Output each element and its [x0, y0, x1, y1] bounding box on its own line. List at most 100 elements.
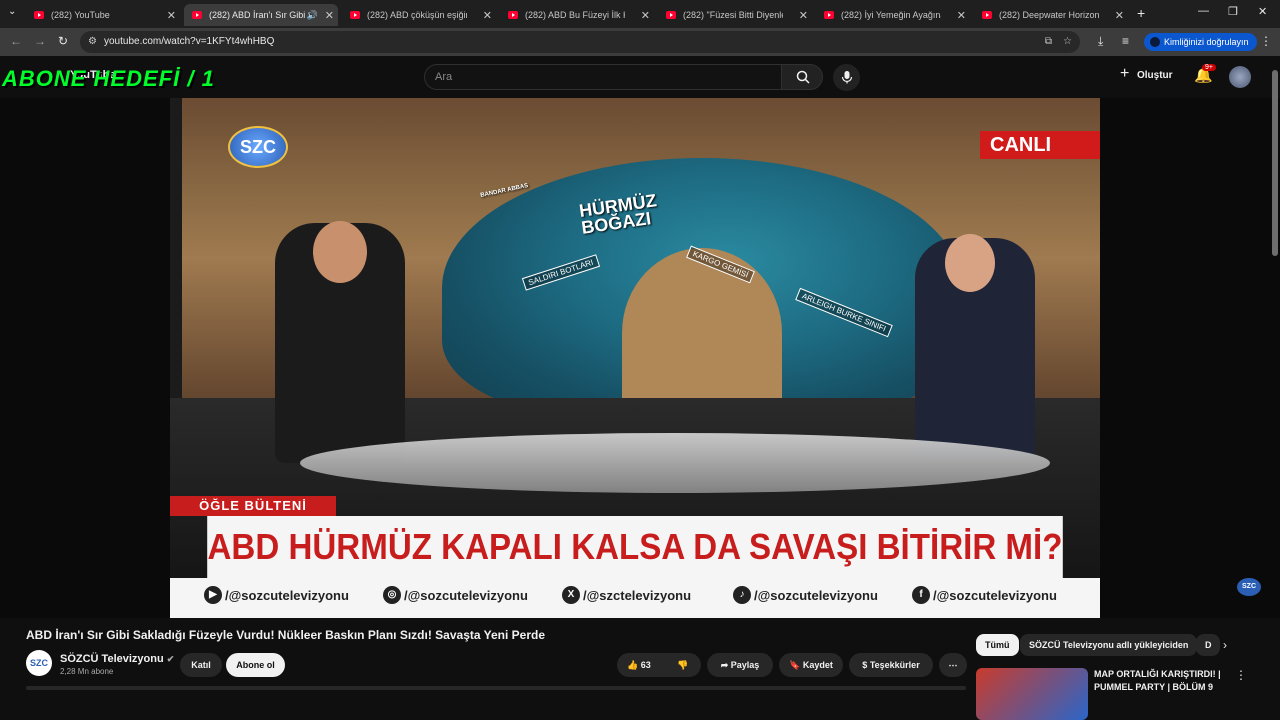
video-player[interactable]: SZC CANLI HÜRMÜZ BOĞAZI BANDAR ABBAS SAL…: [0, 98, 1280, 618]
social-handle-text: /@sozcutelevizyonu: [225, 587, 349, 603]
install-icon[interactable]: ⧉: [1045, 31, 1052, 53]
recommended-video-title[interactable]: MAP ORTALIĞI KARIŞTIRDI! | PUMMEL PARTY …: [1094, 668, 1224, 694]
channel-name[interactable]: SÖZCÜ Televizyonu ✔: [60, 653, 174, 665]
notifications-button[interactable]: 🔔 9+: [1192, 64, 1216, 88]
youtube-favicon-icon: [824, 11, 834, 19]
search-input[interactable]: Ara: [424, 64, 782, 90]
save-button[interactable]: 🔖 Kaydet: [779, 653, 843, 677]
browser-tab[interactable]: (282) ABD Bu Füzeyi İlk Kez İran ✕: [500, 4, 654, 26]
tiktok-icon: ♪: [733, 586, 751, 604]
facebook-icon: f: [912, 586, 930, 604]
media-controls-icon[interactable]: ≡: [1122, 34, 1129, 48]
social-handles-strip: ▶ /@sozcutelevizyonu ◎ /@sozcutelevizyon…: [170, 578, 1100, 618]
subscriber-count: 2,28 Mn abone: [60, 667, 114, 676]
browser-tab[interactable]: (282) Deepwater Horizon: Büyü ✕: [974, 4, 1128, 26]
youtube-favicon-icon: [508, 11, 518, 19]
bookmark-icon: 🔖: [789, 660, 801, 670]
close-icon[interactable]: ✕: [325, 9, 334, 22]
forward-icon[interactable]: →: [34, 34, 46, 48]
new-tab-button[interactable]: +: [1137, 5, 1145, 21]
social-handle-text: /@szctelevizyonu: [583, 587, 692, 603]
close-icon[interactable]: ✕: [799, 9, 808, 22]
browser-tab-title: (282) Deepwater Horizon: Büyü: [999, 10, 1099, 20]
news-desk: [300, 433, 1050, 493]
reload-icon[interactable]: ↻: [58, 34, 68, 48]
search-icon: [796, 70, 810, 84]
bulletin-label: ÖĞLE BÜLTENİ: [170, 496, 336, 516]
minimize-icon[interactable]: —: [1198, 5, 1209, 17]
chip-from-uploader[interactable]: SÖZCÜ Televizyonu adlı yükleyiciden: [1020, 634, 1198, 656]
address-toolbar: ← → ↻ ⚙ youtube.com/watch?v=1KFYt4whHBQ …: [0, 28, 1280, 56]
download-icon[interactable]: ⤓: [1098, 34, 1103, 49]
close-icon[interactable]: ✕: [957, 9, 966, 22]
dislike-button[interactable]: 👎: [677, 653, 688, 677]
super-thanks-icon: $: [862, 660, 868, 670]
back-icon[interactable]: ←: [10, 34, 22, 48]
page-scrollbar[interactable]: [1270, 60, 1280, 690]
recommended-video-thumbnail[interactable]: [976, 668, 1088, 720]
youtube-favicon-icon: [192, 11, 202, 19]
verified-check-icon: ✔: [166, 654, 175, 664]
chips-next-icon[interactable]: ›: [1223, 638, 1227, 652]
x-icon: X: [562, 586, 580, 604]
social-handle: ◎ /@sozcutelevizyonu: [383, 586, 528, 604]
verify-identity-button[interactable]: Kimliğinizi doğrulayın: [1144, 33, 1257, 51]
live-badge: CANLI: [980, 131, 1100, 159]
maximize-icon[interactable]: ❐: [1228, 5, 1238, 18]
browser-tab[interactable]: (282) İyi Yemeğin Ayağına Gidi ✕: [816, 4, 970, 26]
bookmark-star-icon[interactable]: ☆: [1063, 31, 1072, 53]
browser-menu-icon[interactable]: ⋮: [1260, 34, 1272, 48]
browser-tab-title: (282) ABD İran'ı Sır Gibi Sak: [209, 10, 309, 20]
browser-tab-title: (282) ABD çöküşün eşiğindeI T: [367, 10, 467, 20]
close-icon[interactable]: ✕: [483, 9, 492, 22]
channel-name-text: SÖZCÜ Televizyonu: [60, 653, 164, 665]
channel-avatar[interactable]: SZC: [26, 650, 52, 676]
thumbs-down-icon: 👎: [677, 660, 689, 670]
close-icon[interactable]: ✕: [1115, 9, 1124, 22]
thumbs-up-icon: 👍: [627, 660, 639, 670]
scrollbar-thumb[interactable]: [1272, 70, 1278, 256]
presenter-left-head: [313, 221, 367, 283]
thanks-button[interactable]: $ Teşekkürler: [849, 653, 933, 677]
presenter-right-head: [945, 234, 995, 292]
close-icon[interactable]: ✕: [167, 9, 176, 22]
site-info-icon[interactable]: ⚙: [88, 31, 97, 53]
voice-search-button[interactable]: [833, 64, 860, 91]
subscribe-button[interactable]: Abone ol: [226, 653, 285, 677]
description-box-edge: [26, 686, 966, 690]
plus-icon: +: [1120, 65, 1130, 82]
chip-all[interactable]: Tümü: [976, 634, 1019, 656]
chip-more[interactable]: D: [1196, 634, 1220, 656]
save-label: Kaydet: [802, 660, 833, 670]
browser-tab[interactable]: (282) YouTube ✕: [26, 4, 180, 26]
share-icon: ➦: [720, 660, 729, 670]
search-button[interactable]: [781, 64, 823, 90]
recommended-menu-icon[interactable]: ⋮: [1235, 668, 1247, 682]
more-actions-button[interactable]: ⋯: [939, 653, 967, 677]
browser-tab[interactable]: (282) "Füzesi Bitti Diyenler İyi D ✕: [658, 4, 812, 26]
create-button[interactable]: + Oluştur: [1120, 63, 1180, 91]
join-button[interactable]: Katıl: [180, 653, 222, 677]
social-handle: X /@szctelevizyonu: [562, 586, 691, 604]
thanks-label: Teşekkürler: [869, 660, 920, 670]
news-headline: ABD HÜRMÜZ KAPALI KALSA DA SAVAŞI BİTİRİ…: [207, 516, 1063, 578]
youtube-favicon-icon: [350, 11, 360, 19]
browser-tab[interactable]: (282) ABD çöküşün eşiğindeI T ✕: [342, 4, 496, 26]
window-close-icon[interactable]: ✕: [1258, 5, 1267, 18]
like-count: 63: [640, 660, 651, 670]
audio-playing-icon[interactable]: 🔊: [307, 10, 318, 21]
like-button[interactable]: 👍 63: [627, 660, 651, 670]
account-avatar[interactable]: [1229, 66, 1251, 88]
tab-search-icon[interactable]: ⌄: [8, 6, 16, 17]
video-frame[interactable]: SZC CANLI HÜRMÜZ BOĞAZI BANDAR ABBAS SAL…: [170, 98, 1100, 618]
microphone-icon: [841, 71, 853, 84]
browser-tab-active[interactable]: (282) ABD İran'ı Sır Gibi Sak 🔊 ✕: [184, 4, 338, 26]
social-handle-text: /@sozcutelevizyonu: [404, 587, 528, 603]
browser-tab-title: (282) YouTube: [51, 10, 110, 20]
channel-branding-watermark[interactable]: SZC: [1237, 578, 1261, 596]
video-title: ABD İran'ı Sır Gibi Sakladığı Füzeyle Vu…: [26, 628, 546, 642]
share-button[interactable]: ➦ Paylaş: [707, 653, 773, 677]
browser-tab-title: (282) ABD Bu Füzeyi İlk Kez İran: [525, 10, 625, 20]
close-icon[interactable]: ✕: [641, 9, 650, 22]
url-bar[interactable]: ⚙ youtube.com/watch?v=1KFYt4whHBQ ⧉ ☆: [80, 31, 1080, 53]
